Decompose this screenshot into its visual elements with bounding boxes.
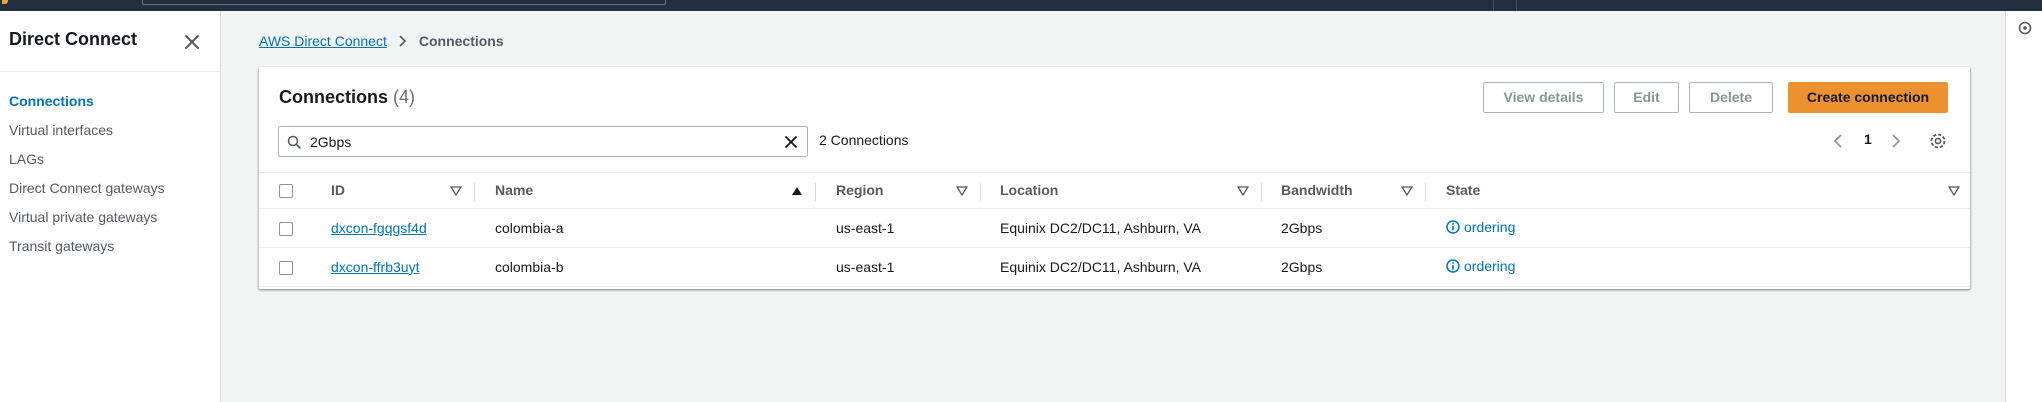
sort-down-icon[interactable] [956, 186, 968, 196]
breadcrumb-root-link[interactable]: AWS Direct Connect [259, 33, 387, 49]
search-input[interactable] [310, 131, 770, 153]
sort-down-icon[interactable] [450, 186, 462, 196]
connection-name: colombia-a [495, 220, 564, 236]
connection-bandwidth: 2Gbps [1281, 220, 1323, 236]
global-search-input[interactable] [142, 0, 666, 5]
sidebar-item-transit-gateways[interactable]: Transit gateways [9, 236, 165, 265]
connection-region: us-east-1 [836, 259, 895, 275]
notifications-icon[interactable] [2018, 21, 2032, 35]
select-all-checkbox[interactable] [279, 184, 293, 198]
column-header-name[interactable]: Name [495, 182, 533, 198]
column-divider[interactable] [980, 183, 981, 201]
column-header-region[interactable]: Region [836, 182, 883, 198]
sidebar-title: Direct Connect [9, 29, 138, 49]
settings-gear-icon[interactable] [1929, 132, 1947, 150]
column-header-id[interactable]: ID [331, 182, 345, 198]
aws-logo[interactable] [2, 0, 8, 4]
chevron-right-icon[interactable] [1890, 133, 1902, 149]
sidebar-item-lags[interactable]: LAGs [9, 149, 165, 178]
connection-location: Equinix DC2/DC11, Ashburn, VA [1000, 220, 1202, 236]
search-field [278, 126, 808, 157]
column-header-bandwidth[interactable]: Bandwidth [1281, 182, 1353, 198]
right-utility-rail [2005, 11, 2042, 402]
table-row[interactable]: dxcon-fgqgsf4d colombia-a us-east-1 Equi… [259, 209, 1970, 248]
chevron-left-icon[interactable] [1832, 133, 1844, 149]
connection-location: Equinix DC2/DC11, Ashburn, VA [1000, 259, 1202, 275]
sidebar-item-connections[interactable]: Connections [9, 91, 165, 120]
connection-id-link[interactable]: dxcon-fgqgsf4d [331, 220, 427, 236]
column-header-location[interactable]: Location [1000, 182, 1058, 198]
column-divider[interactable] [815, 183, 816, 201]
topbar-divider [1516, 0, 1517, 11]
row-checkbox[interactable] [279, 261, 293, 275]
sidebar-header: Direct Connect [0, 11, 220, 72]
search-icon [287, 135, 301, 149]
page-title: Connections (4) [279, 87, 415, 108]
topbar-divider [1493, 0, 1494, 11]
breadcrumb: AWS Direct Connect Connections [259, 31, 504, 51]
create-connection-button[interactable]: Create connection [1788, 82, 1948, 113]
edit-button[interactable]: Edit [1614, 82, 1679, 113]
row-checkbox[interactable] [279, 222, 293, 236]
page-number[interactable]: 1 [1864, 131, 1872, 147]
sidebar: Direct Connect Connections Virtual inter… [0, 11, 221, 402]
connection-name: colombia-b [495, 259, 564, 275]
chevron-right-icon [399, 35, 406, 47]
top-navigation-bar [0, 0, 2042, 11]
sidebar-item-direct-connect-gateways[interactable]: Direct Connect gateways [9, 178, 165, 207]
column-divider[interactable] [1425, 183, 1426, 201]
state-text: ordering [1464, 219, 1516, 235]
status-badge: ordering [1446, 219, 1515, 235]
sort-up-icon[interactable] [791, 186, 803, 196]
column-header-state[interactable]: State [1446, 182, 1480, 198]
clear-icon[interactable] [783, 134, 799, 150]
connection-region: us-east-1 [836, 220, 895, 236]
sort-down-icon[interactable] [1237, 186, 1249, 196]
connection-id-link[interactable]: dxcon-ffrb3uyt [331, 259, 419, 275]
sidebar-item-virtual-interfaces[interactable]: Virtual interfaces [9, 120, 165, 149]
status-badge: ordering [1446, 258, 1515, 274]
sidebar-nav: Connections Virtual interfaces LAGs Dire… [9, 91, 165, 265]
connections-table-panel: Connections (4) View details Edit Delete… [259, 67, 1970, 289]
table-row[interactable]: dxcon-ffrb3uyt colombia-b us-east-1 Equi… [259, 248, 1970, 287]
state-text: ordering [1464, 258, 1516, 274]
close-icon[interactable] [181, 31, 203, 53]
connection-bandwidth: 2Gbps [1281, 259, 1323, 275]
info-icon [1446, 259, 1460, 273]
panel-count: (4) [393, 87, 416, 107]
breadcrumb-current: Connections [418, 33, 504, 49]
panel-title-text: Connections [279, 87, 389, 107]
search-match-count: 2 Connections [819, 132, 909, 148]
delete-button[interactable]: Delete [1689, 82, 1773, 113]
sort-down-icon[interactable] [1401, 186, 1413, 196]
sort-down-icon[interactable] [1948, 186, 1960, 196]
column-divider[interactable] [474, 183, 475, 201]
table-header: ID Name Region Location Bandwidth State [259, 172, 1970, 209]
view-details-button[interactable]: View details [1483, 82, 1604, 113]
sidebar-item-virtual-private-gateways[interactable]: Virtual private gateways [9, 207, 165, 236]
info-icon [1446, 220, 1460, 234]
column-divider[interactable] [1261, 183, 1262, 201]
